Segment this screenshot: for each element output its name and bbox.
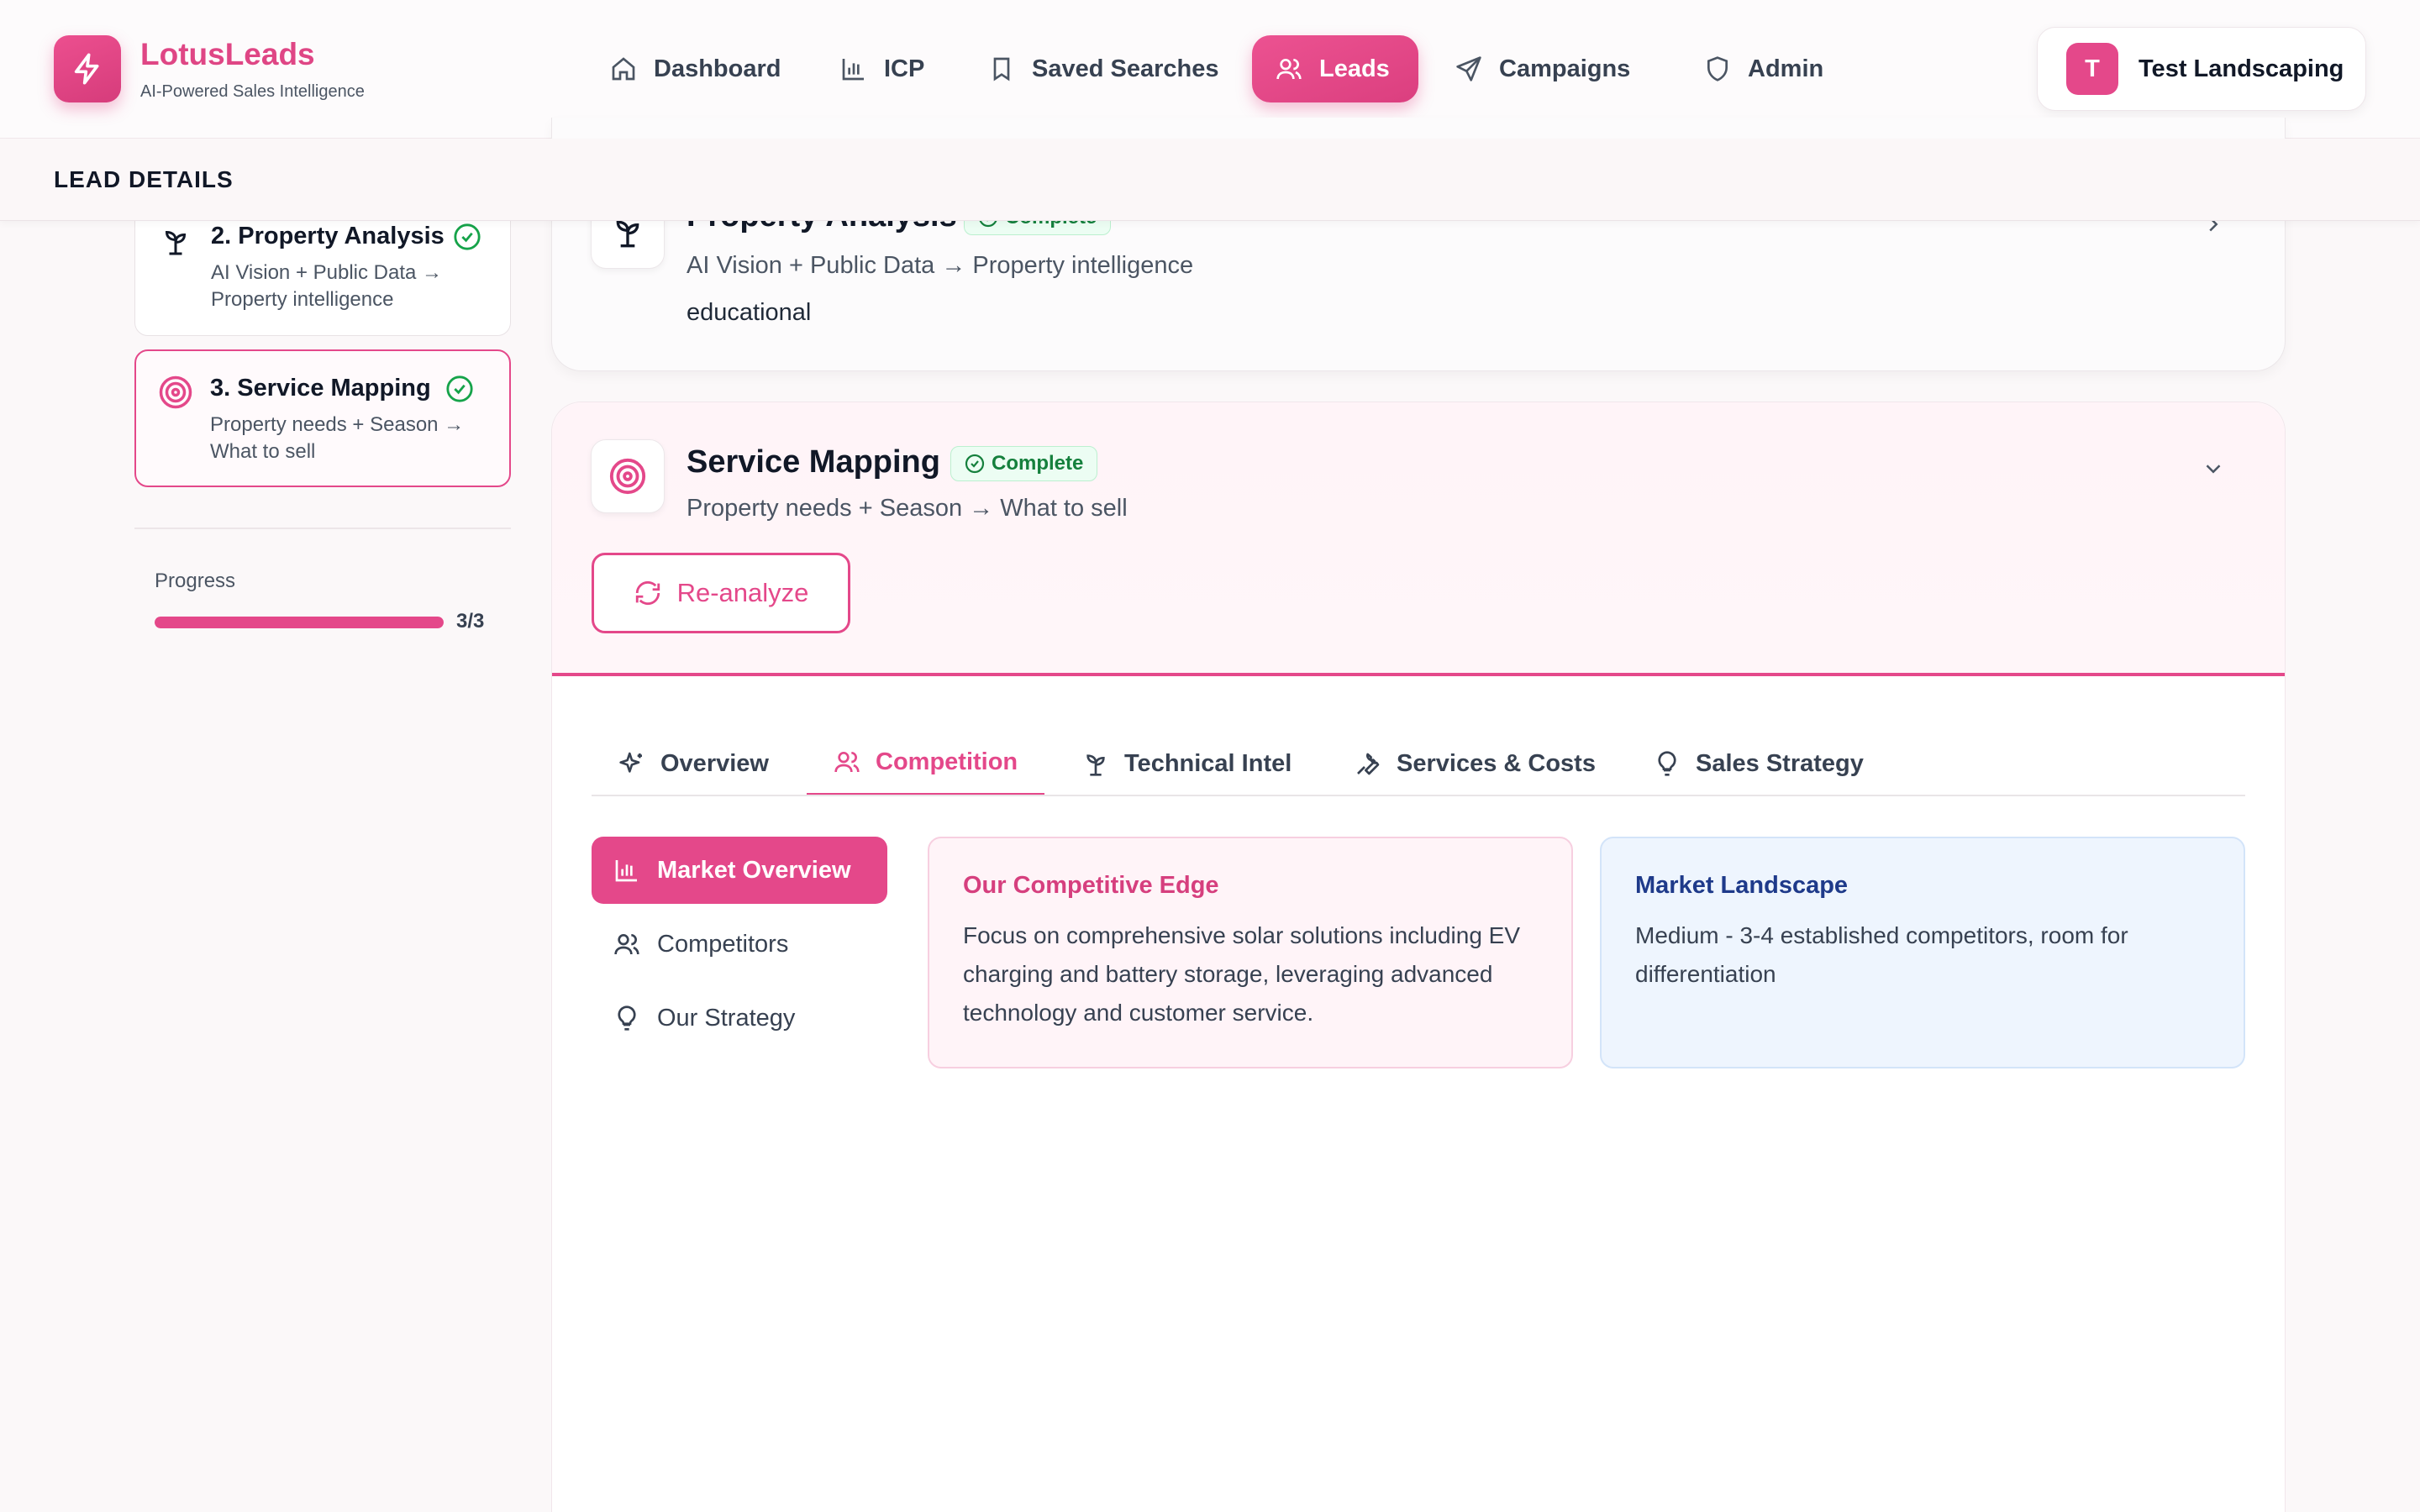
users-icon (614, 934, 639, 955)
shield-icon (1707, 56, 1728, 81)
tab-services-costs[interactable]: Services & Costs (1328, 731, 1623, 796)
panel-subtitle: AI Vision + Public Data → Property intel… (687, 252, 1194, 279)
status-badge: Complete (950, 446, 1098, 481)
nav-label: Campaigns (1499, 55, 1631, 82)
brand-name[interactable]: LotusLeads (140, 37, 315, 72)
page-header: LEAD DETAILS (0, 139, 2420, 221)
step-description: AI Vision + Public Data → Property intel… (211, 261, 443, 311)
tab-competition[interactable]: Competition (807, 731, 1045, 796)
subnav-competitors[interactable]: Competitors (592, 911, 887, 978)
subnav-market-overview[interactable]: Market Overview (592, 837, 887, 904)
nav-saved-searches[interactable]: Saved Searches (965, 35, 1242, 102)
market-landscape-card: Market Landscape Medium - 3-4 establishe… (1600, 837, 2245, 1068)
sprout-icon (1086, 754, 1105, 776)
sidebar-divider (134, 528, 511, 529)
user-menu[interactable]: T Test Landscaping (2037, 27, 2366, 111)
subnav-label: Our Strategy (657, 1004, 796, 1032)
sparkles-icon (619, 752, 642, 773)
nav-label: Leads (1319, 55, 1390, 82)
nav-label: ICP (884, 55, 925, 82)
property-type-value: educational (687, 299, 812, 326)
panel-subtitle: Property needs + Season → What to sell (687, 495, 1128, 522)
logo[interactable] (54, 35, 121, 102)
card-title: Our Competitive Edge (963, 872, 1219, 899)
subnav-our-strategy[interactable]: Our Strategy (592, 984, 887, 1052)
sprout-icon (165, 230, 187, 255)
nav-label: Admin (1748, 55, 1824, 82)
subnav-label: Competitors (657, 930, 789, 958)
progress-fill (155, 617, 444, 628)
target-icon (159, 375, 192, 409)
chevron-down-icon[interactable] (2201, 456, 2226, 481)
tab-label: Overview (660, 749, 769, 777)
panel-title: Service Mapping (687, 444, 940, 480)
nav-label: Saved Searches (1032, 55, 1219, 82)
progress-label: Progress (155, 570, 236, 592)
service-mapping-header[interactable]: Service Mapping Complete Property needs … (552, 402, 2285, 676)
badge-label: Complete (992, 452, 1084, 475)
check-circle-icon (965, 454, 985, 474)
step-service-mapping[interactable]: 3. Service Mapping Property needs + Seas… (134, 349, 511, 487)
lightbulb-icon (1658, 751, 1676, 776)
check-circle-icon (454, 223, 481, 250)
send-icon (1456, 56, 1481, 81)
tab-label: Services & Costs (1397, 749, 1596, 777)
subnav-label: Market Overview (657, 856, 851, 884)
nav-admin[interactable]: Admin (1681, 35, 1847, 102)
tab-overview[interactable]: Overview (592, 731, 796, 796)
avatar: T (2066, 43, 2118, 95)
step-description: Property needs + Season → What to sell (210, 413, 465, 463)
users-icon (1276, 59, 1302, 80)
brand-tagline: AI-Powered Sales Intelligence (140, 82, 365, 101)
card-body: Focus on comprehensive solar solutions i… (963, 922, 1521, 1026)
reanalyze-button[interactable]: Re-analyze (592, 553, 850, 633)
bar-chart-icon (842, 59, 864, 81)
bookmark-icon (993, 57, 1010, 81)
nav-dashboard[interactable]: Dashboard (587, 35, 804, 102)
wrench-icon (1357, 753, 1380, 775)
target-icon (609, 458, 646, 495)
tab-sales-strategy[interactable]: Sales Strategy (1627, 731, 1891, 796)
nav-campaigns[interactable]: Campaigns (1432, 35, 1654, 102)
card-title: Market Landscape (1635, 872, 1849, 899)
step-title: 3. Service Mapping (210, 375, 431, 402)
refresh-icon (635, 580, 660, 606)
check-circle-icon (446, 375, 473, 402)
competitive-edge-card: Our Competitive Edge Focus on comprehens… (928, 837, 1573, 1068)
lightbulb-icon (618, 1005, 636, 1031)
service-icon-tile (591, 439, 665, 513)
progress-count: 3/3 (456, 610, 485, 633)
users-icon (834, 752, 860, 773)
nav-icp[interactable]: ICP (817, 35, 948, 102)
progress-bar (155, 617, 444, 628)
tab-label: Competition (876, 748, 1018, 775)
user-name: Test Landscaping (2139, 55, 2344, 82)
tab-technical-intel[interactable]: Technical Intel (1055, 731, 1318, 796)
tab-label: Technical Intel (1124, 749, 1292, 777)
reanalyze-label: Re-analyze (676, 578, 809, 607)
step-title: 2. Property Analysis (211, 223, 445, 249)
bar-chart-icon (615, 860, 637, 882)
page-title: LEAD DETAILS (54, 166, 234, 192)
nav-leads[interactable]: Leads (1252, 35, 1418, 102)
home-icon (612, 57, 635, 81)
card-body: Medium - 3-4 established competitors, ro… (1635, 922, 2128, 987)
tabs-divider (592, 795, 2245, 796)
tab-label: Sales Strategy (1696, 749, 1864, 777)
nav-label: Dashboard (654, 55, 781, 82)
lightning-icon (74, 53, 99, 85)
